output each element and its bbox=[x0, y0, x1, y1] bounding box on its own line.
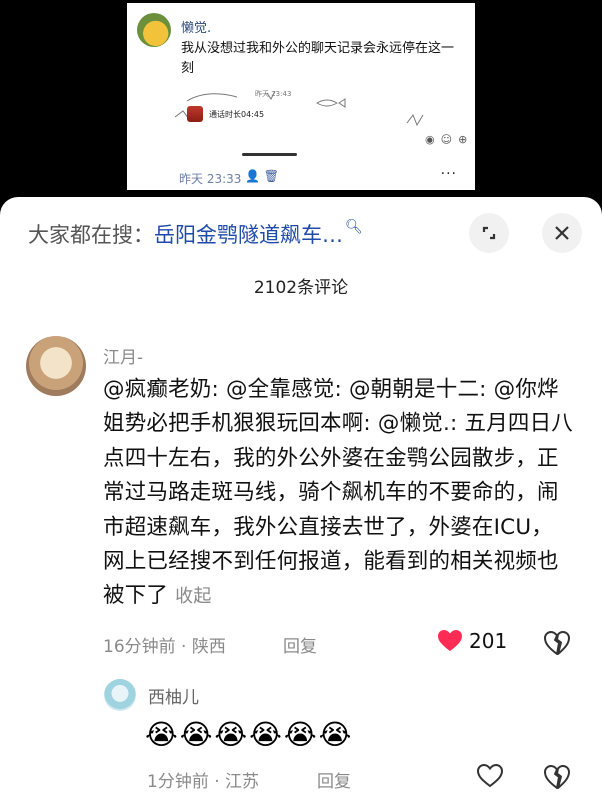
trending-search[interactable]: 大家都在搜：岳阳金鹗隧道飙车… 🔍︎ bbox=[28, 219, 363, 249]
dislike-button[interactable] bbox=[543, 764, 571, 794]
reply-button[interactable]: 回复 bbox=[317, 767, 351, 792]
broken-heart-icon bbox=[544, 631, 570, 655]
avatar[interactable] bbox=[26, 336, 86, 396]
search-query-link[interactable]: 岳阳金鹗隧道飙车… bbox=[154, 223, 343, 247]
sender-avatar bbox=[137, 13, 171, 47]
expand-button[interactable] bbox=[469, 213, 509, 253]
comment-text: 😭😭😭😭😭😭 bbox=[145, 718, 354, 751]
heart-filled-icon bbox=[438, 630, 462, 651]
emoji-icon: ☺ bbox=[440, 133, 459, 146]
comment-count: 2102条评论 bbox=[253, 278, 349, 298]
user-icon: 👤 bbox=[245, 169, 260, 183]
collapse-link[interactable]: 收起 bbox=[175, 586, 211, 607]
search-icon: 🔍︎ bbox=[345, 219, 363, 235]
broken-heart-icon bbox=[544, 765, 570, 789]
comment-text: @疯癫老奶: @全靠感觉: @朝朝是十二: @你烨姐势必把手机狠狠玩回本啊: @… bbox=[103, 373, 573, 615]
like-button[interactable]: 201 bbox=[437, 629, 507, 653]
comment-meta: 16分钟前 · 陕西 bbox=[103, 637, 226, 657]
trash-icon: 🗑 bbox=[263, 169, 280, 183]
sender-name: 懒觉. bbox=[181, 21, 212, 36]
comment-username[interactable]: 江月- bbox=[103, 343, 143, 368]
chat-message: 我从没想过我和外公的聊天记录会永远停在这一刻 bbox=[181, 41, 455, 76]
comment-meta: 1分钟前 · 江苏 bbox=[147, 772, 260, 792]
post-action-icons: 👤 🗑 bbox=[245, 169, 279, 183]
call-avatar bbox=[187, 106, 203, 122]
like-count: 201 bbox=[469, 629, 508, 653]
like-button[interactable] bbox=[476, 763, 504, 793]
mic-icon: ◉ bbox=[425, 133, 441, 146]
reply-button[interactable]: 回复 bbox=[283, 632, 317, 657]
close-button[interactable] bbox=[542, 213, 582, 253]
call-time: 昨天 23:43 bbox=[255, 90, 292, 98]
comment-sheet: 大家都在搜：岳阳金鹗隧道飙车… 🔍︎ 2102条评论 江月- @疯癫老奶: @全靠… bbox=[0, 197, 602, 800]
comment-body: @疯癫老奶: @全靠感觉: @朝朝是十二: @你烨姐势必把手机狠狠玩回本啊: @… bbox=[103, 377, 573, 609]
plus-icon: ⊕ bbox=[458, 133, 474, 146]
close-icon bbox=[555, 226, 569, 240]
avatar[interactable] bbox=[104, 679, 136, 711]
post-timestamp: 昨天 23:33 bbox=[179, 172, 242, 186]
dislike-button[interactable] bbox=[543, 630, 571, 660]
comment-username[interactable]: 西柚儿 bbox=[148, 683, 199, 708]
embedded-chat-screenshot: 懒觉. 我从没想过我和外公的聊天记录会永远停在这一刻 昨天 23:43 通话时长… bbox=[127, 3, 475, 190]
expand-icon bbox=[482, 226, 496, 240]
chat-input-icons: ◉☺⊕ bbox=[425, 133, 473, 146]
heart-outline-icon bbox=[476, 763, 504, 788]
home-indicator bbox=[242, 153, 297, 156]
call-duration: 通话时长04:45 bbox=[209, 110, 265, 119]
search-prefix: 大家都在搜： bbox=[28, 223, 154, 247]
more-icon[interactable]: ··· bbox=[441, 166, 457, 182]
